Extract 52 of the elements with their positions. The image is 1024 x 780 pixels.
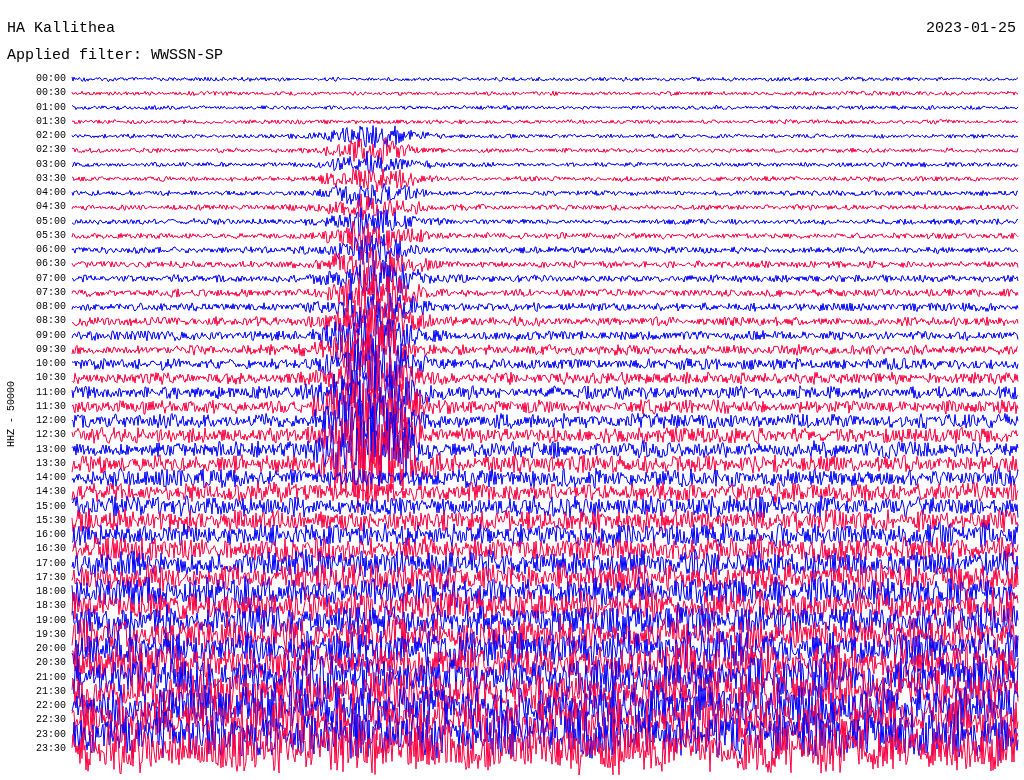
time-label: 18:00 <box>36 585 66 599</box>
time-label: 03:00 <box>36 157 66 172</box>
time-label: 15:00 <box>36 499 66 514</box>
date-label: 2023-01-25 <box>926 20 1016 37</box>
time-label: 03:30 <box>36 171 66 186</box>
time-label: 18:30 <box>36 599 66 614</box>
time-label: 08:00 <box>36 300 66 314</box>
time-label: 12:30 <box>36 428 66 443</box>
time-label: 14:30 <box>36 485 66 500</box>
time-label: 10:30 <box>36 371 66 386</box>
time-label: 08:30 <box>36 314 66 329</box>
time-label: 13:30 <box>36 456 66 471</box>
time-label: 20:00 <box>36 642 66 656</box>
time-label: 11:30 <box>36 399 66 414</box>
time-label: 21:00 <box>36 670 66 685</box>
time-label: 22:00 <box>36 699 66 713</box>
filter-label: Applied filter: WWSSN-SP <box>6 46 225 64</box>
time-label: 01:30 <box>36 114 66 129</box>
time-label: 06:30 <box>36 257 66 272</box>
time-label: 23:00 <box>36 727 66 742</box>
time-label: 02:30 <box>36 143 66 158</box>
time-label: 19:00 <box>36 613 66 628</box>
time-label: 07:30 <box>36 285 66 300</box>
time-label: 09:30 <box>36 342 66 357</box>
time-label: 13:00 <box>36 442 66 457</box>
time-label: 22:30 <box>36 713 66 728</box>
time-label: 06:00 <box>36 243 66 257</box>
time-label: 17:30 <box>36 570 66 585</box>
time-label: 21:30 <box>36 684 66 699</box>
time-label: 17:00 <box>36 556 66 571</box>
time-label: 02:00 <box>36 129 66 143</box>
time-label: 12:00 <box>36 414 66 428</box>
time-label: 23:30 <box>36 741 66 756</box>
time-label: 04:30 <box>36 200 66 215</box>
time-label: 10:00 <box>36 357 66 371</box>
time-label: 05:30 <box>36 228 66 243</box>
time-label: 16:30 <box>36 542 66 557</box>
time-label: 01:00 <box>36 100 66 115</box>
time-label: 20:30 <box>36 656 66 671</box>
time-label: 19:30 <box>36 627 66 642</box>
time-label: 16:00 <box>36 528 66 542</box>
time-label: 14:00 <box>36 471 66 485</box>
time-label: 04:00 <box>36 186 66 200</box>
channel-axis-label: HHZ - 50000 <box>5 381 17 447</box>
time-label: 07:00 <box>36 271 66 286</box>
time-label: 05:00 <box>36 214 66 229</box>
time-label: 15:30 <box>36 513 66 528</box>
time-label: 11:00 <box>36 385 66 400</box>
station-title: HA Kallithea <box>7 20 116 37</box>
time-label: 00:30 <box>36 86 66 101</box>
time-label: 09:00 <box>36 328 66 343</box>
time-label: 00:00 <box>36 72 66 86</box>
